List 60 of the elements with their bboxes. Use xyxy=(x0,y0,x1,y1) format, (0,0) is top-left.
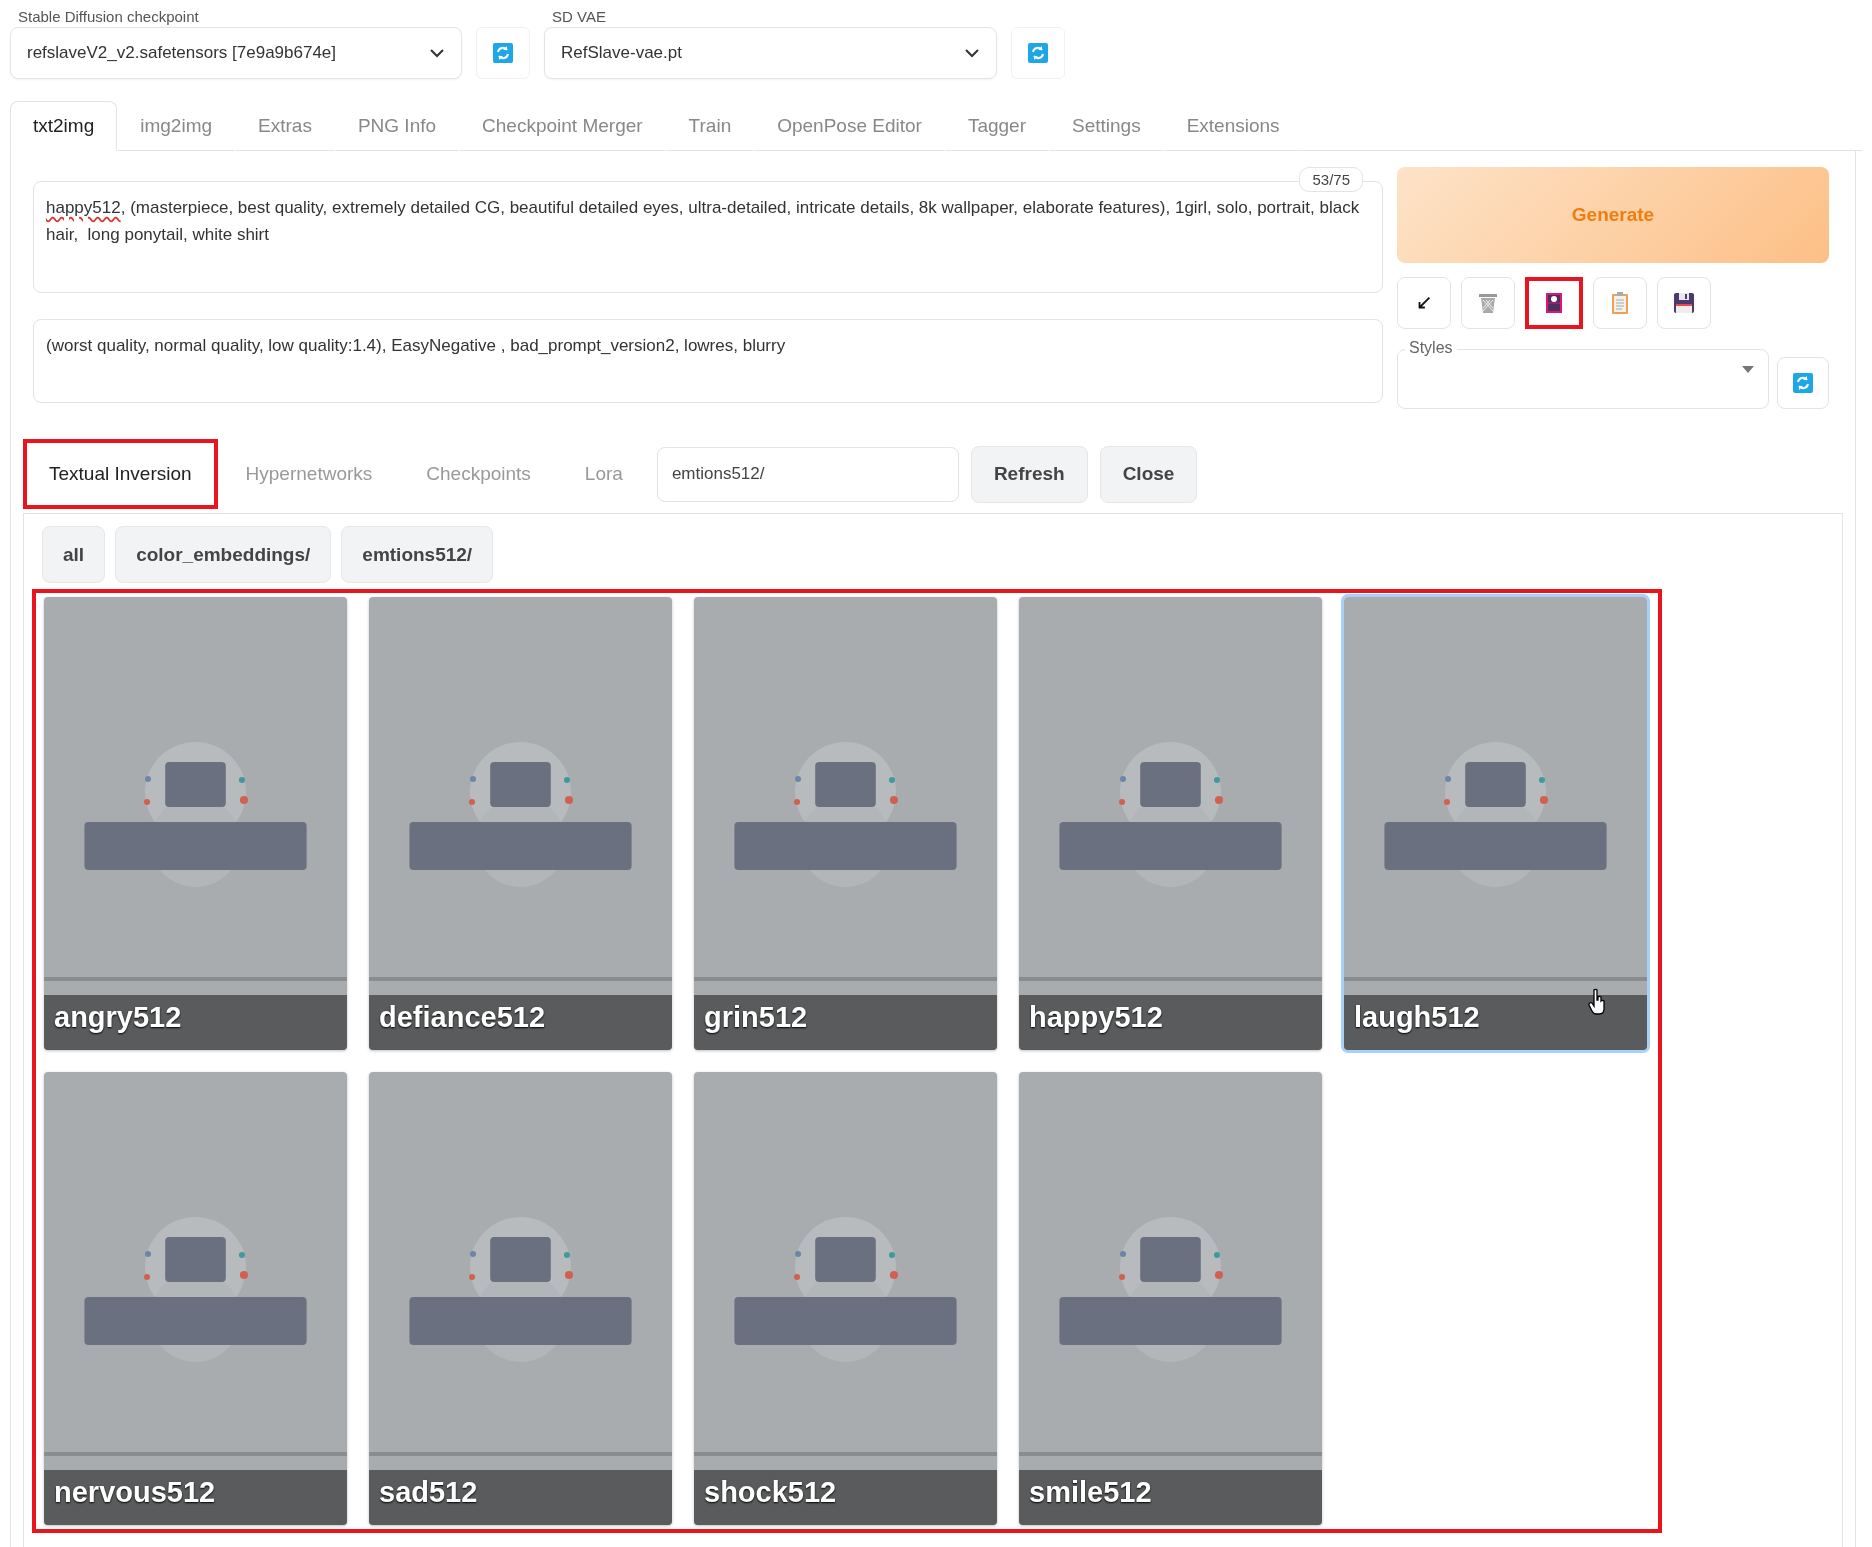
network-button[interactable]: Close xyxy=(1099,445,1198,503)
hand-cursor-icon xyxy=(1587,988,1607,1016)
subdir-button[interactable]: emtions512/ xyxy=(341,526,494,583)
negative-prompt-field[interactable]: (worst quality, normal quality, low quality:1.4), EasyNegative , bad_prompt_version2, lowres, blurry xyxy=(33,319,1383,403)
chevron-down-icon xyxy=(964,48,980,58)
card-caption: sad512 xyxy=(369,1470,672,1525)
save-button[interactable] xyxy=(1657,277,1711,329)
arrow-button[interactable] xyxy=(1397,277,1451,329)
refresh-button[interactable] xyxy=(1777,357,1829,409)
clipboard-button[interactable] xyxy=(1593,277,1647,329)
main-tab[interactable]: Tagger xyxy=(944,101,1049,151)
embedding-card[interactable]: defiance512 xyxy=(369,597,672,1050)
card-caption: angry512 xyxy=(44,995,347,1050)
caret-icon xyxy=(1742,366,1754,373)
checkpoint-label: Stable Diffusion checkpoint xyxy=(17,8,200,25)
styles-label: Styles xyxy=(1405,339,1457,357)
checkpoint-dropdown[interactable]: refslaveV2_v2.safetensors [7e9a9b674e] xyxy=(10,27,462,79)
embedding-card[interactable]: grin512 xyxy=(694,597,997,1050)
card-caption: shock512 xyxy=(694,1470,997,1525)
embedding-card[interactable]: nervous512 xyxy=(44,1072,347,1525)
embedding-card[interactable]: smile512 xyxy=(1019,1072,1322,1525)
refresh-button[interactable] xyxy=(1011,27,1065,79)
network-tab[interactable]: Textual Inversion xyxy=(23,439,218,509)
embedding-card[interactable]: happy512 xyxy=(1019,597,1322,1050)
main-tab[interactable]: Train xyxy=(665,101,755,151)
card-caption: grin512 xyxy=(694,995,997,1050)
main-tab[interactable]: txt2img xyxy=(10,101,118,151)
card-caption: happy512 xyxy=(1019,995,1322,1050)
main-tab[interactable]: Settings xyxy=(1049,101,1164,151)
embedding-card[interactable]: laugh512 xyxy=(1344,597,1647,1050)
chevron-down-icon xyxy=(429,48,445,58)
network-button[interactable]: Refresh xyxy=(970,445,1088,503)
refresh-icon xyxy=(1793,373,1813,393)
subdir-button[interactable]: all xyxy=(42,526,106,583)
main-tab[interactable]: Extras xyxy=(235,101,335,151)
image-icon xyxy=(1546,293,1562,313)
card-caption: nervous512 xyxy=(44,1470,347,1525)
vae-dropdown[interactable]: RefSlave-vae.pt xyxy=(544,27,997,79)
refresh-icon xyxy=(1028,43,1048,63)
embedding-card[interactable]: angry512 xyxy=(44,597,347,1050)
refresh-icon xyxy=(493,43,513,63)
trash-button[interactable] xyxy=(1461,277,1515,329)
token-counter: 53/75 xyxy=(1299,167,1363,192)
main-tab[interactable]: Extensions xyxy=(1163,101,1303,151)
subdir-button[interactable]: color_embeddings/ xyxy=(115,526,332,583)
main-tab[interactable]: img2img xyxy=(117,101,236,151)
vae-label: SD VAE xyxy=(551,8,607,25)
search-field[interactable]: emtions512/ xyxy=(656,446,959,502)
main-tab[interactable]: OpenPose Editor xyxy=(754,101,945,151)
embedding-card[interactable]: shock512 xyxy=(694,1072,997,1525)
card-caption: smile512 xyxy=(1019,1470,1322,1525)
image-button[interactable] xyxy=(1525,277,1583,329)
main-tab[interactable]: PNG Info xyxy=(334,101,460,151)
card-caption: laugh512 xyxy=(1344,995,1647,1050)
card-caption: defiance512 xyxy=(369,995,672,1050)
clipboard-icon xyxy=(1611,292,1629,314)
trash-icon xyxy=(1478,292,1498,314)
refresh-button[interactable] xyxy=(476,27,530,79)
main-tab[interactable]: Checkpoint Merger xyxy=(459,101,666,151)
embedding-card[interactable]: sad512 xyxy=(369,1072,672,1525)
